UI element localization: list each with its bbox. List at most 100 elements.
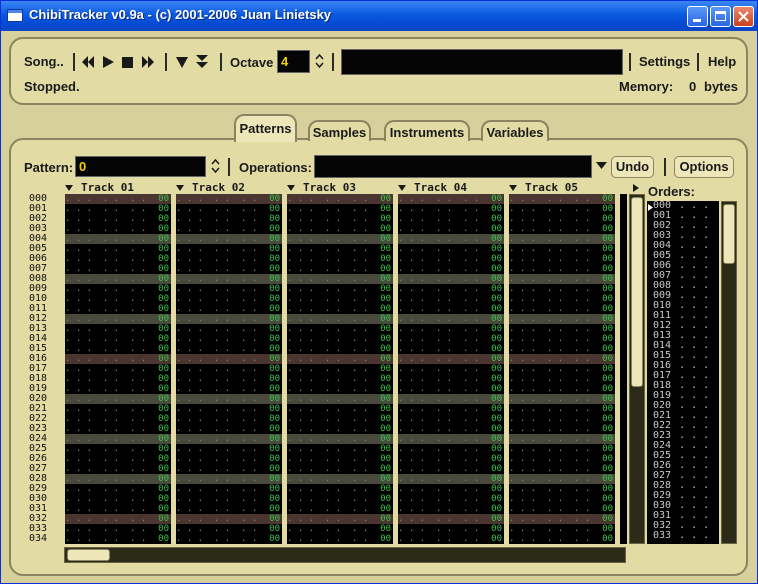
pattern-cell[interactable]: . . . . . . . 00: [176, 344, 282, 354]
pattern-cell[interactable]: . . . . . . . 00: [65, 254, 171, 264]
pattern-cell[interactable]: . . . . . . . 00: [176, 394, 282, 404]
pattern-cell[interactable]: . . . . . . . 00: [176, 384, 282, 394]
pattern-cell[interactable]: . . . . . . . 00: [509, 424, 615, 434]
pattern-cell[interactable]: . . . . . . . 00: [398, 394, 504, 404]
pattern-cell[interactable]: . . . . . . . 00: [65, 404, 171, 414]
pattern-cell[interactable]: . . . . . . . 00: [176, 234, 282, 244]
track-header[interactable]: Track 05: [509, 181, 578, 194]
track-menu-icon[interactable]: [398, 185, 406, 191]
pattern-cell[interactable]: . . . . . . . 00: [398, 414, 504, 424]
pattern-cell[interactable]: . . . . . . . 00: [176, 404, 282, 414]
stop-icon[interactable]: [122, 57, 133, 68]
pattern-cell[interactable]: . . . . . . . 00: [509, 314, 615, 324]
pattern-cell[interactable]: . . . . . . . 00: [176, 284, 282, 294]
pattern-cell[interactable]: . . . . . . . 00: [287, 324, 393, 334]
pattern-cell[interactable]: . . . . . . . 00: [398, 384, 504, 394]
operations-field[interactable]: [314, 155, 592, 178]
pattern-spinner-icon[interactable]: [211, 158, 220, 174]
pattern-cell[interactable]: . . . . . . . 00: [65, 484, 171, 494]
pattern-cell[interactable]: . . . . . . . 00: [176, 224, 282, 234]
pattern-cell[interactable]: . . . . . . . 00: [398, 534, 504, 544]
pattern-cell[interactable]: . . . . . . . 00: [398, 324, 504, 334]
pattern-cell[interactable]: . . . . . . . 00: [287, 354, 393, 364]
pattern-cell[interactable]: . . . . . . . 00: [65, 214, 171, 224]
pattern-cell[interactable]: . . . . . . . 00: [398, 194, 504, 204]
pattern-cell[interactable]: . . . . . . . 00: [398, 494, 504, 504]
pattern-cell[interactable]: . . . . . . . 00: [176, 294, 282, 304]
pattern-cell[interactable]: . . . . . . . 00: [176, 414, 282, 424]
pattern-cell[interactable]: . . . . . . . 00: [398, 294, 504, 304]
maximize-button[interactable]: [710, 6, 731, 27]
pattern-cell[interactable]: . . . . . . . 00: [509, 194, 615, 204]
pattern-cell[interactable]: . . . . . . . 00: [509, 204, 615, 214]
pattern-cell[interactable]: . . . . . . . 00: [65, 244, 171, 254]
pattern-cell[interactable]: . . . . . . . 00: [509, 524, 615, 534]
pattern-cell[interactable]: . . . . . . . 00: [398, 274, 504, 284]
track-column[interactable]: . . . . . . . 00. . . . . . . 00. . . . . …: [65, 194, 171, 544]
pattern-cell[interactable]: . . . . . . . 00: [65, 504, 171, 514]
track-column[interactable]: . . . . . . . 00. . . . . . . 00. . . . . …: [509, 194, 615, 544]
pattern-cell[interactable]: . . . . . . . 00: [176, 324, 282, 334]
pattern-cell[interactable]: . . . . . . . 00: [65, 464, 171, 474]
pattern-cell[interactable]: . . . . . . . 00: [287, 444, 393, 454]
track-header[interactable]: Track 03: [287, 181, 356, 194]
pattern-cell[interactable]: . . . . . . . 00: [509, 304, 615, 314]
pattern-cell[interactable]: . . . . . . . 00: [398, 264, 504, 274]
track-header[interactable]: Track 02: [176, 181, 245, 194]
pattern-cell[interactable]: . . . . . . . 00: [509, 474, 615, 484]
pattern-cell[interactable]: . . . . . . . 00: [65, 194, 171, 204]
pattern-cell[interactable]: . . . . . . . 00: [398, 474, 504, 484]
pattern-cell[interactable]: . . . . . . . 00: [509, 254, 615, 264]
pattern-cell[interactable]: . . . . . . . 00: [287, 434, 393, 444]
octave-spinner-icon[interactable]: [315, 53, 324, 69]
pattern-cell[interactable]: . . . . . . . 00: [287, 214, 393, 224]
tab-variables[interactable]: Variables: [481, 120, 549, 141]
pattern-cell[interactable]: . . . . . . . 00: [65, 514, 171, 524]
pattern-cell[interactable]: . . . . . . . 00: [65, 334, 171, 344]
pattern-cell[interactable]: . . . . . . . 00: [509, 384, 615, 394]
pattern-cell[interactable]: . . . . . . . 00: [398, 204, 504, 214]
pattern-cell[interactable]: . . . . . . . 00: [65, 524, 171, 534]
pattern-cell[interactable]: . . . . . . . 00: [287, 224, 393, 234]
pattern-cell[interactable]: . . . . . . . 00: [287, 384, 393, 394]
pattern-cell[interactable]: . . . . . . . 00: [398, 214, 504, 224]
pattern-cell[interactable]: . . . . . . . 00: [509, 214, 615, 224]
pattern-cell[interactable]: . . . . . . . 00: [65, 534, 171, 544]
pattern-cell[interactable]: . . . . . . . 00: [65, 434, 171, 444]
pattern-cell[interactable]: . . . . . . . 00: [176, 334, 282, 344]
pattern-cell[interactable]: . . . . . . . 00: [287, 334, 393, 344]
pattern-cell[interactable]: . . . . . . . 00: [176, 454, 282, 464]
pattern-cell[interactable]: . . . . . . . 00: [509, 504, 615, 514]
pattern-cell[interactable]: . . . . . . . 00: [398, 254, 504, 264]
pattern-cell[interactable]: . . . . . . . 00: [176, 534, 282, 544]
options-button[interactable]: Options: [674, 156, 734, 178]
pattern-cell[interactable]: . . . . . . . 00: [509, 324, 615, 334]
pattern-cell[interactable]: . . . . . . . 00: [65, 414, 171, 424]
pattern-cell[interactable]: . . . . . . . 00: [398, 334, 504, 344]
pattern-cell[interactable]: . . . . . . . 00: [287, 504, 393, 514]
help-button[interactable]: Help: [708, 54, 736, 69]
pattern-cell[interactable]: . . . . . . . 00: [176, 244, 282, 254]
pattern-cell[interactable]: . . . . . . . 00: [287, 414, 393, 424]
pattern-cell[interactable]: . . . . . . . 00: [509, 484, 615, 494]
track-header[interactable]: Track 01: [65, 181, 134, 194]
pattern-cell[interactable]: . . . . . . . 00: [509, 464, 615, 474]
pattern-cell[interactable]: . . . . . . . 00: [176, 314, 282, 324]
pattern-cell[interactable]: . . . . . . . 00: [509, 264, 615, 274]
pattern-cell[interactable]: . . . . . . . 00: [509, 444, 615, 454]
pattern-cell[interactable]: . . . . . . . 00: [287, 464, 393, 474]
track-column[interactable]: . . . . . . . 00. . . . . . . 00. . . . . …: [287, 194, 393, 544]
pattern-cell[interactable]: . . . . . . . 00: [287, 284, 393, 294]
pattern-cell[interactable]: . . . . . . . 00: [287, 484, 393, 494]
tab-instruments[interactable]: Instruments: [384, 120, 470, 141]
pattern-cell[interactable]: . . . . . . . 00: [65, 394, 171, 404]
pattern-cell[interactable]: . . . . . . . 00: [509, 284, 615, 294]
pattern-cell[interactable]: . . . . . . . 00: [398, 314, 504, 324]
pattern-cell[interactable]: . . . . . . . 00: [287, 514, 393, 524]
pattern-cell[interactable]: . . . . . . . 00: [176, 204, 282, 214]
pattern-cell[interactable]: . . . . . . . 00: [287, 394, 393, 404]
pattern-cell[interactable]: . . . . . . . 00: [65, 354, 171, 364]
pattern-cell[interactable]: . . . . . . . 00: [65, 274, 171, 284]
pattern-cell[interactable]: . . . . . . . 00: [287, 404, 393, 414]
pattern-cell[interactable]: . . . . . . . 00: [287, 364, 393, 374]
